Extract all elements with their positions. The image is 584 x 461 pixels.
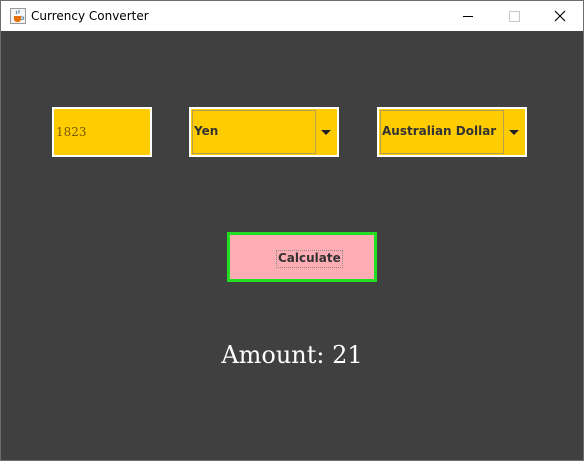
maximize-icon (509, 11, 520, 22)
result-amount: Amount: 21 (221, 341, 363, 369)
from-currency-select[interactable]: Yen (189, 107, 339, 157)
to-currency-value: Australian Dollar (382, 124, 497, 138)
to-currency-dropdown-button[interactable] (503, 110, 524, 154)
content-pane: Yen Australian Dollar Calculate Amount: … (1, 31, 583, 460)
from-currency-dropdown-button[interactable] (315, 110, 336, 154)
chevron-down-icon (321, 130, 331, 135)
title-bar: Currency Converter (1, 1, 583, 31)
minimize-icon (463, 16, 473, 17)
amount-field-frame (52, 107, 152, 157)
chevron-down-icon (509, 130, 519, 135)
minimize-button[interactable] (445, 1, 491, 31)
calculate-button-label: Calculate (276, 250, 343, 268)
calculate-button[interactable]: Calculate (227, 232, 377, 282)
window-title: Currency Converter (31, 9, 149, 23)
close-button[interactable] (537, 1, 583, 31)
java-cup-icon (10, 8, 26, 24)
close-icon (554, 10, 566, 22)
from-currency-value: Yen (194, 124, 219, 138)
amount-input[interactable] (54, 109, 148, 155)
maximize-button[interactable] (491, 1, 537, 31)
app-window: Currency Converter Yen Australian Dollar (0, 0, 584, 461)
to-currency-select[interactable]: Australian Dollar (377, 107, 527, 157)
